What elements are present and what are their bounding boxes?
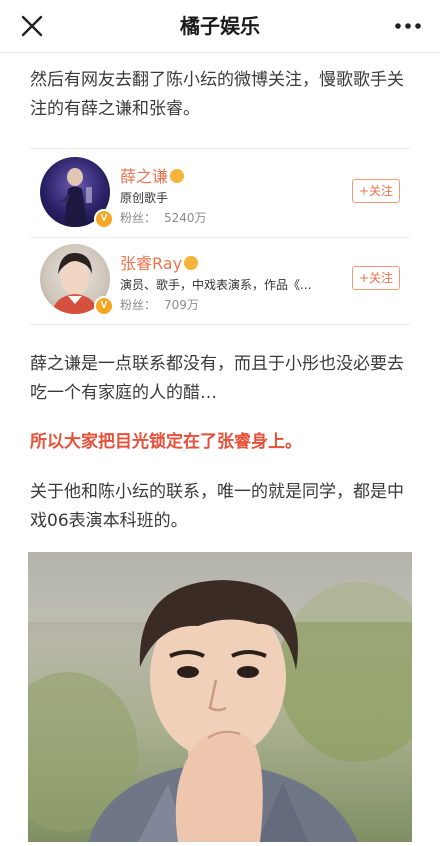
- user-name-text[interactable]: 薛之谦: [120, 167, 168, 186]
- user-description: 演员、歌手，中戏表演系，作品《...: [120, 278, 312, 292]
- follow-button[interactable]: +关注: [352, 179, 400, 203]
- user-fans: 粉丝： 709万: [120, 296, 199, 313]
- article-paragraph: 关于他和陈小纭的联系，唯一的就是同学，都是中戏06表演本科班的。: [30, 482, 404, 531]
- more-dots-icon[interactable]: [392, 12, 424, 40]
- vip-crown-icon: [184, 256, 199, 270]
- weibo-user-card[interactable]: V 薛之谦 原创歌手 粉丝： 5240万 +关注: [30, 148, 410, 238]
- page-title: 橘子娱乐: [180, 14, 260, 38]
- user-description: 原创歌手: [120, 191, 169, 205]
- fans-count: 709万: [164, 298, 199, 312]
- top-nav-bar: 橘子娱乐: [0, 0, 440, 53]
- user-fans: 粉丝： 5240万: [120, 209, 207, 226]
- portrait-photo: [28, 552, 412, 842]
- fans-label: 粉丝：: [120, 211, 157, 225]
- highlight-paragraph: 所以大家把目光锁定在了张睿身上。: [30, 432, 302, 452]
- verified-badge: V: [94, 296, 114, 316]
- weibo-user-card[interactable]: V 张睿Ray 演员、歌手，中戏表演系，作品《... 粉丝： 709万 +关注: [30, 236, 410, 325]
- article-paragraph: 薛之谦是一点联系都没有，而且于小彤也没必要去吃一个有家庭的人的醋…: [30, 354, 404, 403]
- article-paragraph: 然后有网友去翻了陈小纭的微博关注，慢歌歌手关注的有薛之谦和张睿。: [30, 70, 404, 119]
- verified-badge: V: [94, 209, 114, 229]
- user-name[interactable]: 薛之谦: [120, 163, 185, 187]
- vip-crown-icon: [170, 169, 185, 183]
- follow-button[interactable]: +关注: [352, 266, 400, 290]
- fans-label: 粉丝：: [120, 298, 157, 312]
- user-name-text[interactable]: 张睿Ray: [120, 254, 182, 273]
- user-name[interactable]: 张睿Ray: [120, 250, 199, 274]
- fans-count: 5240万: [164, 211, 207, 225]
- article-photo[interactable]: [28, 552, 412, 842]
